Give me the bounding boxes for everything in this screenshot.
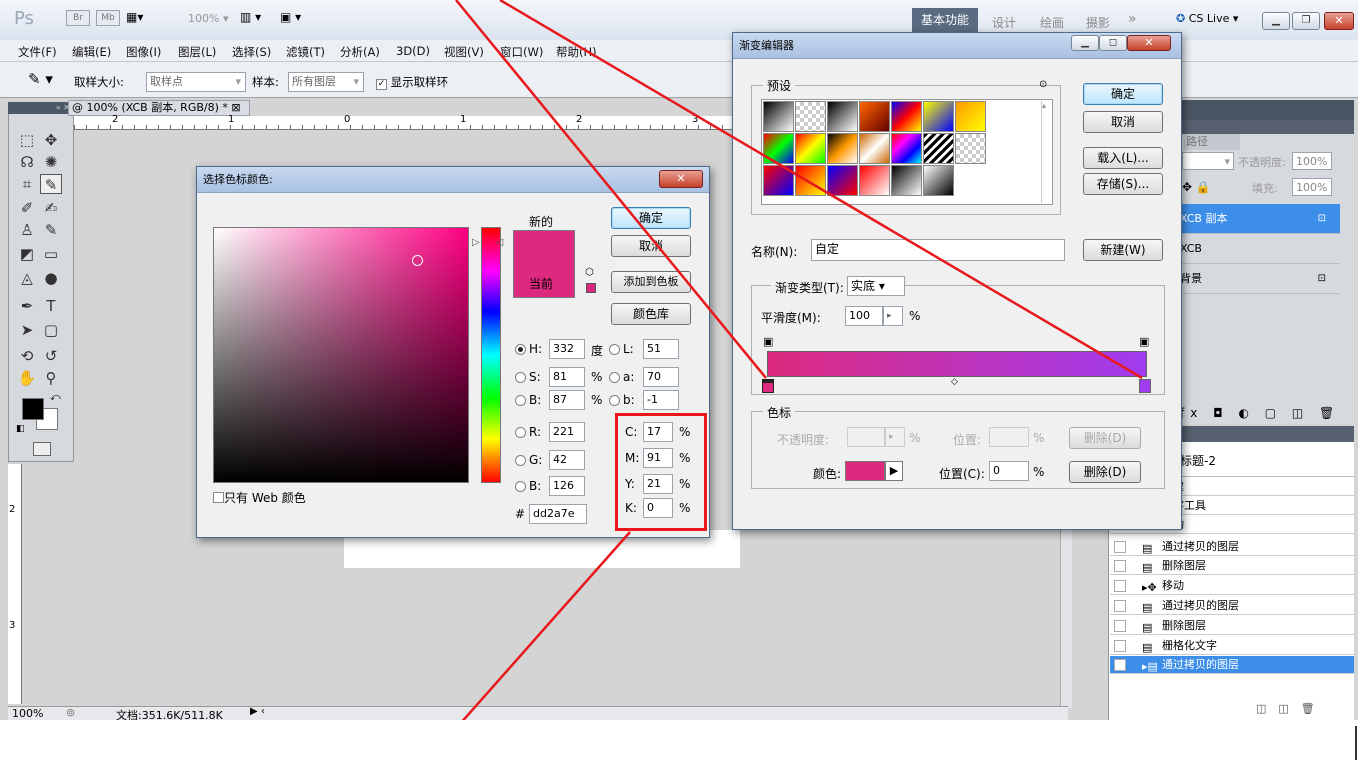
annotation-line-to-cmyk: [461, 531, 631, 720]
edge-mark: [1355, 726, 1357, 760]
annotation-arrows: [455, 0, 1143, 720]
photoshop-window: Ps Br Mb ▦▾ 100% ▾ ▥ ▾ ▣ ▾ 基本功能 设计 绘画 摄影…: [0, 0, 1358, 720]
annotation-line-to-right-stop: [499, 0, 1143, 380]
annotation-line-to-left-stop: [455, 0, 767, 379]
